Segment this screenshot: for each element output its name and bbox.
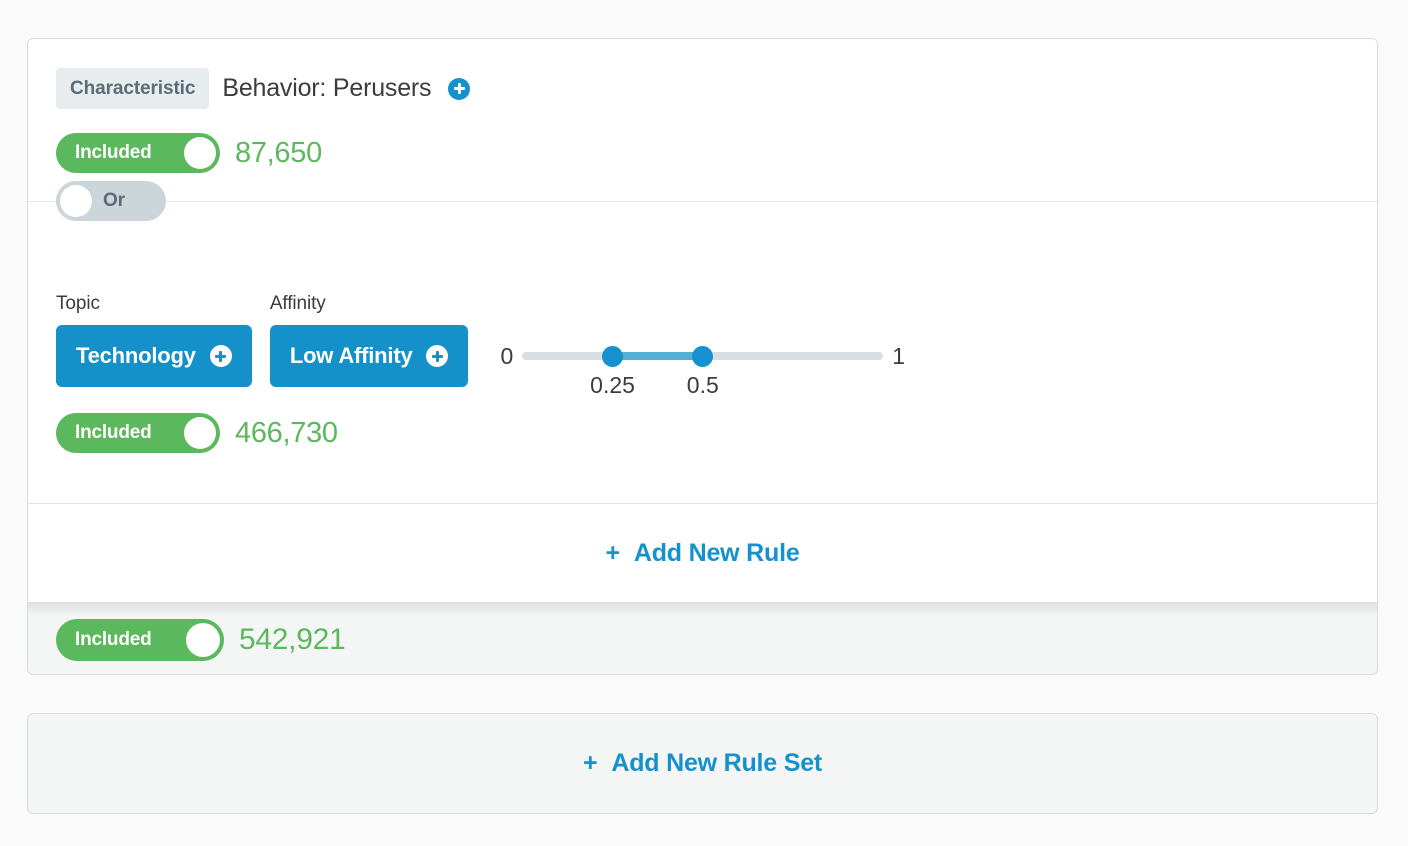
affinity-value-text: Low Affinity [289, 343, 413, 368]
plus-bar-vertical [219, 350, 223, 362]
slider-max-label: 1 [892, 342, 906, 369]
toggle-knob [60, 185, 92, 217]
toggle-knob [184, 137, 216, 169]
add-new-rule-button[interactable]: + Add New Rule [605, 539, 799, 568]
rule-1-include-toggle-label: Included [75, 142, 152, 163]
rule-1-add-value-icon[interactable] [448, 77, 471, 100]
rule-2-include-toggle-label: Included [75, 422, 152, 443]
add-new-rule-set-button[interactable]: + Add New Rule Set [583, 749, 822, 778]
rule-set-card: Characteristic Behavior: Perusers Includ… [27, 38, 1378, 675]
topic-add-icon[interactable] [209, 345, 232, 367]
slider-min-label: 0 [500, 342, 514, 369]
topic-value-chip[interactable]: Technology [56, 325, 252, 387]
plus-icon: + [605, 538, 620, 567]
topic-field-group: Topic Technology [56, 293, 252, 387]
rule-2-fields: Topic Technology Affinity Low Affinity 0… [28, 243, 1377, 399]
plus-bar-vertical [435, 350, 439, 362]
add-new-rule-set-card[interactable]: + Add New Rule Set [27, 713, 1378, 814]
rule-row-1: Characteristic Behavior: Perusers Includ… [28, 39, 1377, 243]
slider-high-value-label: 0.5 [686, 372, 719, 398]
rule-set-total-row: Included 542,921 [28, 602, 1377, 674]
rule-1-title: Behavior: Perusers [222, 74, 432, 102]
plus-icon: + [582, 749, 598, 777]
slider-track[interactable]: 0.25 0.5 [522, 345, 884, 398]
rule-2-include-toggle[interactable]: Included [56, 413, 220, 453]
rule-set-total-count: 542,921 [239, 622, 346, 656]
rule-2-count: 466,730 [235, 416, 338, 449]
slider-handle-low[interactable] [602, 345, 624, 367]
rule-row-2: Topic Technology Affinity Low Affinity 0… [28, 243, 1377, 503]
plus-bar-vertical [457, 83, 461, 94]
rule-1-include-row: Included 87,650 [28, 133, 1377, 173]
rules-list: Characteristic Behavior: Perusers Includ… [28, 39, 1377, 602]
add-new-rule-label: Add New Rule [633, 538, 800, 567]
rule-separator: Or [28, 181, 1377, 221]
slider-selected-range [612, 352, 703, 360]
affinity-field-label: Affinity [269, 293, 326, 314]
rule-1-header: Characteristic Behavior: Perusers [28, 68, 1377, 109]
rule-set-include-toggle[interactable]: Included [56, 618, 224, 661]
affinity-value-chip[interactable]: Low Affinity [269, 325, 469, 387]
or-and-toggle[interactable]: Or [56, 181, 166, 221]
slider-handle-high[interactable] [692, 345, 714, 367]
rule-1-type-tag: Characteristic [56, 68, 210, 109]
or-and-toggle-label: Or [103, 190, 125, 211]
slider-low-value-label: 0.25 [590, 372, 635, 398]
toggle-knob [186, 622, 220, 657]
add-new-rule-row[interactable]: + Add New Rule [28, 504, 1377, 602]
rule-1-count: 87,650 [235, 136, 322, 169]
page-root: Characteristic Behavior: Perusers Includ… [0, 0, 1408, 846]
affinity-add-icon[interactable] [426, 345, 449, 367]
rule-2-include-row: Included 466,730 [28, 413, 1377, 453]
toggle-knob [184, 417, 216, 449]
rule-1-include-toggle[interactable]: Included [56, 133, 220, 173]
topic-value-text: Technology [76, 343, 196, 368]
affinity-range-slider[interactable]: 0 0.25 0.5 1 [500, 336, 906, 399]
rule-set-include-toggle-label: Included [75, 628, 152, 650]
affinity-field-group: Affinity Low Affinity [269, 293, 469, 387]
topic-field-label: Topic [56, 293, 100, 314]
add-new-rule-set-label: Add New Rule Set [611, 749, 823, 777]
